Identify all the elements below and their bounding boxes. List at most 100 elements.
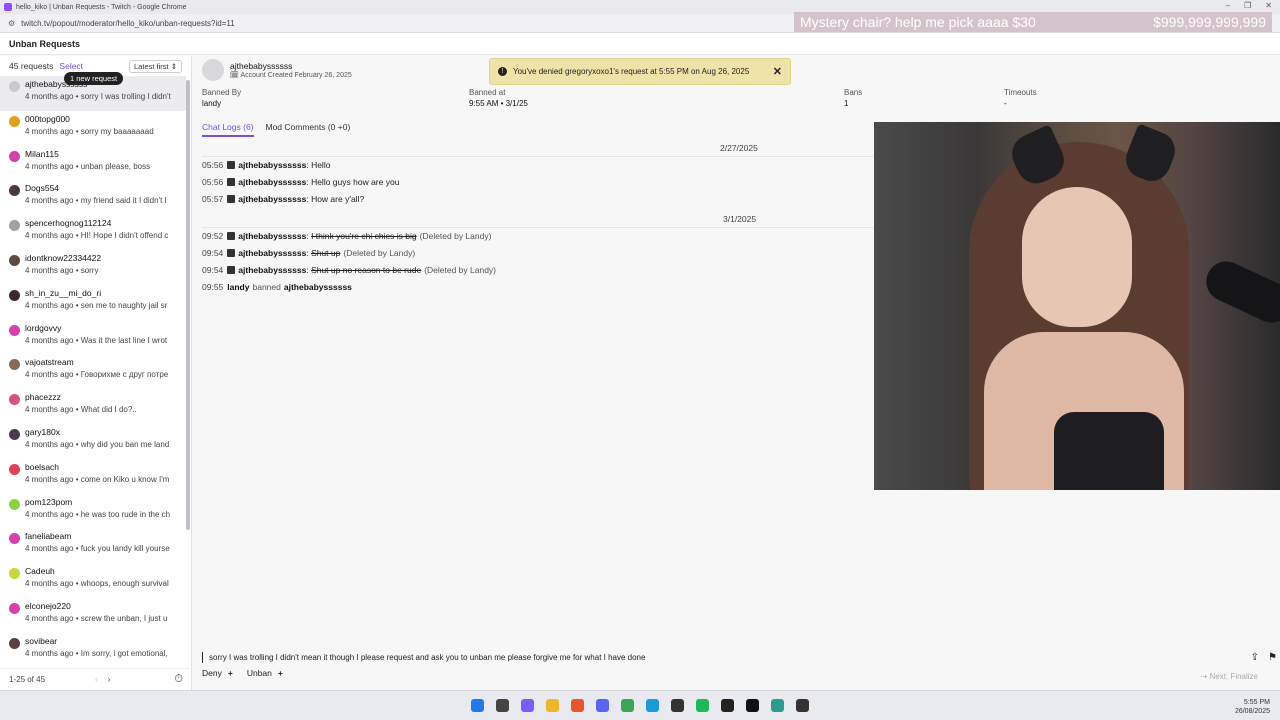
list-item[interactable]: Dogs554 4 months ago • my friend said it … — [0, 180, 186, 215]
timer-icon[interactable]: ⏱ — [174, 673, 183, 686]
chat-line: 09:54 ajthebabyssssss: Shut up no reason … — [202, 261, 872, 278]
list-item[interactable]: faneliabeam 4 months ago • fuck you landy… — [0, 528, 186, 563]
notes-icon[interactable] — [771, 699, 784, 712]
request-sidebar: 45 requests Select Latest first ⇕ 1 new … — [0, 56, 192, 690]
request-username: Dogs554 — [25, 183, 60, 194]
site-info-icon[interactable]: ⚙ — [8, 19, 15, 28]
chat-time: 09:54 — [202, 264, 224, 275]
file-explorer-icon[interactable] — [546, 699, 559, 712]
tab-mod-comments[interactable]: Mod Comments (0 +0) — [266, 122, 351, 137]
list-item[interactable]: spencerhognog112124 4 months ago • HI! Ho… — [0, 215, 186, 250]
list-item[interactable]: Milan115 4 months ago • unban please, bos… — [0, 146, 186, 181]
banned-at-label: Banned at — [469, 88, 506, 97]
info-icon: ! — [498, 67, 507, 76]
tab-chat-logs[interactable]: Chat Logs (6) — [202, 122, 254, 137]
toast-message: You've denied gregoryxoxo1's request at … — [513, 67, 750, 76]
flag-icon[interactable]: ⚑ — [1268, 652, 1277, 663]
avatar — [9, 394, 20, 406]
brave-icon[interactable] — [571, 699, 584, 712]
list-item[interactable]: boelsach 4 months ago • come on Kiko u kn… — [0, 459, 186, 494]
banned-at-value: 9:55 AM • 3/1/25 — [469, 99, 528, 108]
minimize-icon[interactable]: – — [1226, 1, 1230, 10]
avatar — [9, 428, 20, 440]
ban-event-line: 09:55 landy banned ajthebabyssssss — [202, 278, 872, 295]
chat-username[interactable]: ajthebabyssssss — [238, 248, 306, 258]
restore-icon[interactable]: ❐ — [1244, 1, 1251, 10]
avatar — [9, 602, 20, 614]
bans-label: Bans — [844, 88, 863, 97]
terminal-icon[interactable] — [721, 699, 734, 712]
list-item[interactable]: Cadeuh 4 months ago • whoops, enough surv… — [0, 563, 186, 598]
sort-dropdown[interactable]: Latest first ⇕ — [129, 59, 182, 73]
select-link[interactable]: Select — [59, 61, 83, 71]
list-item[interactable]: vajoatstream 4 months ago • Говорихме с д… — [0, 354, 186, 389]
denied-toast: ! You've denied gregoryxoxo1's request a… — [489, 58, 791, 85]
new-request-badge[interactable]: 1 new request — [64, 72, 124, 85]
toast-close-icon[interactable]: ✕ — [773, 65, 782, 78]
list-item[interactable]: pom123pom 4 months ago • he was too rude … — [0, 494, 186, 529]
list-item[interactable]: 000topg000 4 months ago • sorry my baaaaa… — [0, 111, 186, 146]
request-preview: 4 months ago • HI! Hope I didn't offend … — [25, 231, 169, 241]
share-icon[interactable]: ⇪ — [1251, 652, 1259, 663]
banned-user-name[interactable]: ajthebabyssssss — [284, 282, 352, 292]
webcam-overlay — [874, 122, 1280, 490]
list-item[interactable]: elconejo220 4 months ago • screw the unba… — [0, 598, 186, 633]
avatar — [9, 359, 20, 371]
banned-at-stat: Banned at 9:55 AM • 3/1/25 — [469, 88, 528, 108]
next-finalize-button[interactable]: ⇢ Next: Finalize — [1201, 672, 1258, 681]
webcam-face — [1022, 187, 1132, 327]
request-preview: 4 months ago • whoops, enough survival — [25, 579, 169, 589]
date-label: 3/1/2025 — [720, 214, 760, 224]
chat-line: 09:54 ajthebabyssssss: Shut up (Deleted by… — [202, 244, 872, 261]
request-username: faneliabeam — [25, 531, 72, 542]
clock-time: 5:55 PM — [1243, 699, 1270, 706]
ban-word: banned — [252, 281, 281, 292]
copilot-icon[interactable] — [521, 699, 534, 712]
chat-username[interactable]: ajthebabyssssss — [238, 231, 306, 241]
sidebar-scrollbar[interactable] — [186, 80, 190, 530]
requester-username[interactable]: ajthebabyssssss — [230, 61, 352, 71]
list-item[interactable]: sovibear 4 months ago • Im sorry, i got e… — [0, 633, 186, 668]
request-preview: 4 months ago • he was too rude in the ch — [25, 509, 171, 519]
chat-username[interactable]: ajthebabyssssss — [238, 160, 306, 170]
app-icon[interactable] — [796, 699, 809, 712]
obs-icon[interactable] — [671, 699, 684, 712]
timeouts-value: - — [1004, 99, 1007, 108]
system-clock[interactable]: 5:55 PM 26/08/2025 — [1235, 698, 1270, 716]
prev-page-icon[interactable]: ‹ — [95, 675, 98, 684]
moderator-name[interactable]: landy — [227, 282, 249, 292]
bans-value: 1 — [844, 99, 849, 108]
list-item[interactable]: idontknow22334422 4 months ago • sorry — [0, 250, 186, 285]
spotify-icon[interactable] — [696, 699, 709, 712]
detail-tabs: Chat Logs (6) Mod Comments (0 +0) — [202, 122, 350, 137]
avatar — [9, 115, 20, 127]
account-created-text: Account Created February 26, 2025 — [240, 72, 352, 79]
start-icon[interactable] — [471, 699, 484, 712]
user-badge-icon — [227, 231, 236, 240]
edge-icon[interactable] — [646, 699, 659, 712]
request-username: boelsach — [25, 461, 60, 472]
app-icon[interactable] — [746, 699, 759, 712]
pagination-range: 1-25 of 45 — [9, 675, 46, 684]
close-window-icon[interactable]: ✕ — [1265, 1, 1272, 10]
chat-username[interactable]: ajthebabyssssss — [238, 265, 306, 275]
list-item[interactable]: sh_in_zu__mi_do_ri 4 months ago • sen me … — [0, 285, 186, 320]
list-item[interactable]: lordgovvy 4 months ago • Was it the last … — [0, 320, 186, 355]
chat-username[interactable]: ajthebabyssssss — [238, 177, 306, 187]
discord-icon[interactable] — [596, 699, 609, 712]
unban-button[interactable]: Unban + — [247, 668, 283, 678]
deleted-note: (Deleted by Landy) — [343, 247, 416, 258]
avatar — [202, 59, 224, 81]
task-view-icon[interactable] — [496, 699, 509, 712]
list-item[interactable]: gary180x 4 months ago • why did you ban m… — [0, 424, 186, 459]
deny-button[interactable]: Deny + — [202, 668, 233, 678]
chrome-icon[interactable] — [621, 699, 634, 712]
user-badge-icon — [227, 248, 236, 257]
request-preview: 4 months ago • fuck you landy kill yours… — [25, 544, 170, 554]
request-preview: 4 months ago • why did you ban me land — [25, 439, 170, 449]
url-text[interactable]: twitch.tv/popout/moderator/hello_kiko/un… — [21, 19, 235, 28]
chat-username[interactable]: ajthebabyssssss — [238, 194, 306, 204]
timeouts-label: Timeouts — [1004, 88, 1037, 97]
list-item[interactable]: phacezzz 4 months ago • What did I do?.. — [0, 389, 186, 424]
next-page-icon[interactable]: › — [108, 675, 111, 684]
